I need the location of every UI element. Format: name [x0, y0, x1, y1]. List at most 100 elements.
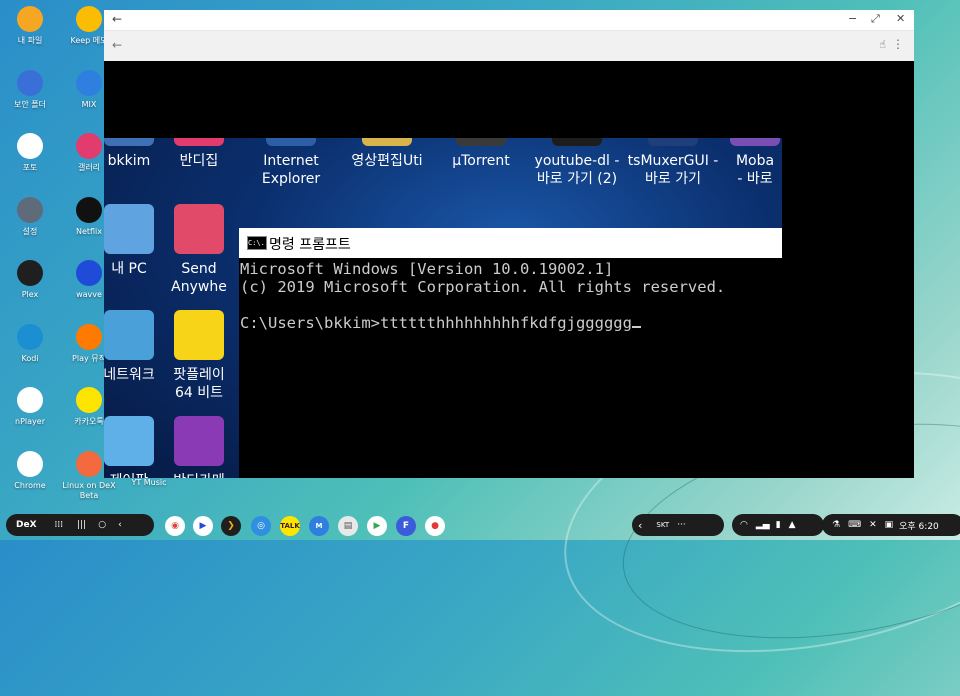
plex-icon[interactable]: ❯: [221, 516, 241, 536]
desktop-icon-label: nPlayer: [15, 417, 45, 426]
recents-icon[interactable]: |||: [77, 520, 86, 530]
back-icon[interactable]: ‹: [118, 520, 122, 530]
minimize-icon[interactable]: −: [848, 12, 857, 25]
desktop-icon-label: Kodi: [21, 353, 39, 363]
desktop-shortcut[interactable]: 포토: [0, 133, 60, 173]
more-notifications-icon[interactable]: ···: [677, 520, 686, 530]
remote-icon-label: Moba - 바로: [735, 153, 775, 187]
yt-music-shortcut[interactable]: YT Music: [119, 478, 179, 488]
remote-desktop-shortcut[interactable]: 영상편집Uti: [337, 138, 437, 170]
linux-dex-icon: [76, 450, 102, 477]
desktop-shortcut[interactable]: 설정: [0, 196, 60, 237]
signal-icon: ▂▄: [755, 520, 770, 530]
remote-icon-label: youtube-dl - 바로 가기 (2): [534, 153, 620, 187]
app-toolbar: ← ☝ ⋮: [104, 31, 914, 61]
expand-up-icon[interactable]: ▲: [789, 520, 796, 530]
chrome-icon[interactable]: ◉: [165, 516, 185, 536]
cmd-output[interactable]: Microsoft Windows [Version 10.0.19002.1]…: [239, 258, 782, 332]
remote-icon-label: 반디카메: [149, 472, 249, 478]
mix-icon[interactable]: M: [309, 516, 329, 536]
remote-desktop-shortcut[interactable]: Internet Explorer: [241, 138, 341, 188]
desktop-shortcut[interactable]: Chrome: [0, 450, 60, 491]
shortcut-image-icon: [104, 138, 154, 146]
remote-icon-label: 영상편집Uti: [351, 153, 423, 169]
carrier-label: SKT: [656, 521, 670, 529]
play-icon[interactable]: ▶: [193, 516, 213, 536]
shortcut-image-icon: [174, 138, 224, 146]
quick-status-pill[interactable]: ◠ ▂▄ ▮ ▲: [732, 514, 824, 536]
desktop-icon-label: Chrome: [14, 480, 46, 490]
remote-desktop-shortcut[interactable]: Moba - 바로: [705, 138, 782, 188]
cmd-input-line[interactable]: C:\Users\bkkim>tttttthhhhhhhhhfkdfgjgggg…: [240, 314, 782, 332]
clock-time[interactable]: 오후 6:20: [899, 519, 939, 532]
shortcut-image-icon: [362, 138, 412, 146]
pinwheel-icon: [17, 133, 43, 159]
keyboard-icon[interactable]: ⌨: [848, 520, 861, 530]
desktop-icon-label: Linux on DeX Beta: [62, 480, 116, 500]
folder-icon: [17, 6, 43, 32]
desktop-shortcut[interactable]: 내 파일: [0, 6, 60, 46]
cmd-input-text: tttttthhhhhhhhhfkdfgjgggggg: [379, 314, 632, 332]
cmd-line: Microsoft Windows [Version 10.0.19002.1]: [240, 260, 614, 278]
desktop-shortcut[interactable]: Kodi: [0, 323, 60, 364]
remote-icon-label: µTorrent: [452, 153, 510, 169]
remote-desktop-shortcut[interactable]: 반디카메: [149, 416, 249, 478]
dex-taskbar: DeX ⁞⁞⁞ ||| ○ ‹ ◉ ▶ ❯ ◎ TALK M ▤ ▶ F ● ‹…: [0, 512, 960, 540]
yt-music-icon[interactable]: ●: [425, 516, 445, 536]
cmd-app-icon: C:\.: [247, 236, 267, 250]
apps-grid-icon[interactable]: ⁞⁞⁞: [55, 520, 64, 530]
cmd-titlebar[interactable]: C:\. 명령 프롬프트: [239, 228, 782, 258]
system-tray-pill[interactable]: ⚗ ⌨ ✕ ▣ 오후 6:20: [822, 514, 960, 536]
window-titlebar: ← − ⤢ ✕: [104, 10, 914, 31]
play-store-icon[interactable]: ▶: [367, 516, 387, 536]
toolbar-back-icon[interactable]: ←: [112, 38, 122, 52]
more-options-icon[interactable]: ⋮: [892, 37, 904, 51]
shortcut-image-icon: [174, 416, 224, 466]
secure-folder-icon: [17, 69, 43, 96]
remote-desktop-shortcut[interactable]: youtube-dl - 바로 가기 (2): [527, 138, 627, 188]
desktop-icon-label: 보안 폴더: [14, 99, 46, 109]
plex-icon: [17, 260, 43, 286]
flask-icon[interactable]: ⚗: [832, 520, 840, 530]
remote-desktop-icon[interactable]: ◎: [251, 516, 271, 536]
desktop-icon-label: 포토: [22, 163, 38, 172]
shortcut-image-icon: [104, 310, 154, 360]
kakaotalk-icon[interactable]: TALK: [280, 516, 300, 536]
shortcut-image-icon: [456, 138, 506, 146]
desktop-shortcut[interactable]: nPlayer: [0, 387, 60, 427]
remote-desktop-shortcut[interactable]: Send Anywhe: [149, 204, 249, 296]
cmd-title: 명령 프롬프트: [269, 237, 351, 253]
shortcut-image-icon: [104, 416, 154, 466]
home-icon[interactable]: ○: [98, 520, 106, 530]
printer-icon[interactable]: ▤: [338, 516, 358, 536]
play-store-icon: [17, 387, 43, 413]
kodi-icon: [17, 323, 43, 350]
dex-button[interactable]: DeX: [16, 520, 37, 530]
command-prompt-window[interactable]: C:\. 명령 프롬프트 Microsoft Windows [Version …: [239, 228, 782, 478]
play-icon: [76, 260, 102, 286]
maximize-icon[interactable]: ⤢: [871, 12, 880, 26]
flower-icon: [76, 133, 102, 159]
file-app-icon[interactable]: F: [396, 516, 416, 536]
cmd-line: (c) 2019 Microsoft Corporation. All righ…: [240, 278, 726, 296]
shortcut-image-icon: [174, 310, 224, 360]
music-icon: [76, 323, 102, 350]
remote-desktop-shortcut[interactable]: 반디집: [149, 138, 249, 170]
gear-icon: [17, 196, 43, 223]
kakaotalk-icon: [76, 387, 102, 413]
cmd-prompt: C:\Users\bkkim>: [240, 314, 380, 332]
desktop-icon-label: Plex: [21, 290, 39, 299]
desktop-shortcut[interactable]: 보안 폴더: [0, 69, 60, 110]
screenshot-icon[interactable]: ▣: [885, 520, 894, 530]
remote-desktop-shortcut[interactable]: 팟플레이 64 비트: [149, 310, 249, 402]
remote-desktop-shortcut[interactable]: µTorrent: [431, 138, 531, 170]
mute-icon[interactable]: ✕: [869, 520, 877, 530]
close-icon[interactable]: ✕: [896, 12, 905, 25]
remote-icon-label: 반디집: [179, 153, 219, 169]
remote-icon-label: 팟플레이 64 비트: [173, 367, 225, 401]
back-arrow-icon[interactable]: ←: [112, 12, 122, 26]
collapse-left-icon[interactable]: ‹: [638, 519, 642, 532]
touch-mode-icon[interactable]: ☝: [879, 38, 886, 51]
remote-icon-label: Internet Explorer: [261, 153, 321, 187]
desktop-shortcut[interactable]: Plex: [0, 260, 60, 300]
